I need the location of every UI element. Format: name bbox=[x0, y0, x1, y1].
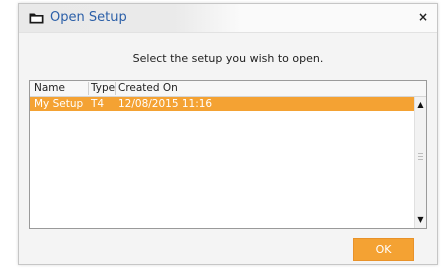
column-header-name[interactable]: Name bbox=[34, 82, 65, 96]
column-header-type[interactable]: Type bbox=[91, 82, 115, 96]
ok-button[interactable]: OK bbox=[353, 238, 414, 261]
list-header: Name Type Created On bbox=[30, 81, 426, 97]
dialog-title: Open Setup bbox=[50, 10, 127, 25]
scroll-down-arrow-icon[interactable]: ▼ bbox=[415, 214, 426, 226]
title-bar: Open Setup × bbox=[19, 4, 437, 33]
cell-created-on: 12/08/2015 11:16 bbox=[118, 98, 213, 110]
column-divider[interactable] bbox=[115, 82, 116, 95]
column-header-created-on[interactable]: Created On bbox=[118, 82, 178, 96]
vertical-scrollbar[interactable]: ▲ ▼ bbox=[414, 97, 426, 228]
open-setup-dialog: Open Setup × Select the setup you wish t… bbox=[18, 3, 438, 265]
close-icon[interactable]: × bbox=[417, 11, 429, 23]
list-item-selected[interactable]: My Setup T4 12/08/2015 11:16 bbox=[30, 97, 415, 111]
folder-icon bbox=[29, 13, 44, 24]
scrollbar-grip-icon[interactable] bbox=[418, 153, 423, 160]
scroll-up-arrow-icon[interactable]: ▲ bbox=[415, 99, 426, 111]
cell-name: My Setup bbox=[34, 98, 84, 110]
instruction-text: Select the setup you wish to open. bbox=[132, 52, 324, 65]
setup-list[interactable]: Name Type Created On My Setup T4 12/08/2… bbox=[29, 80, 427, 229]
column-divider[interactable] bbox=[88, 82, 89, 95]
cell-type: T4 bbox=[91, 98, 105, 110]
